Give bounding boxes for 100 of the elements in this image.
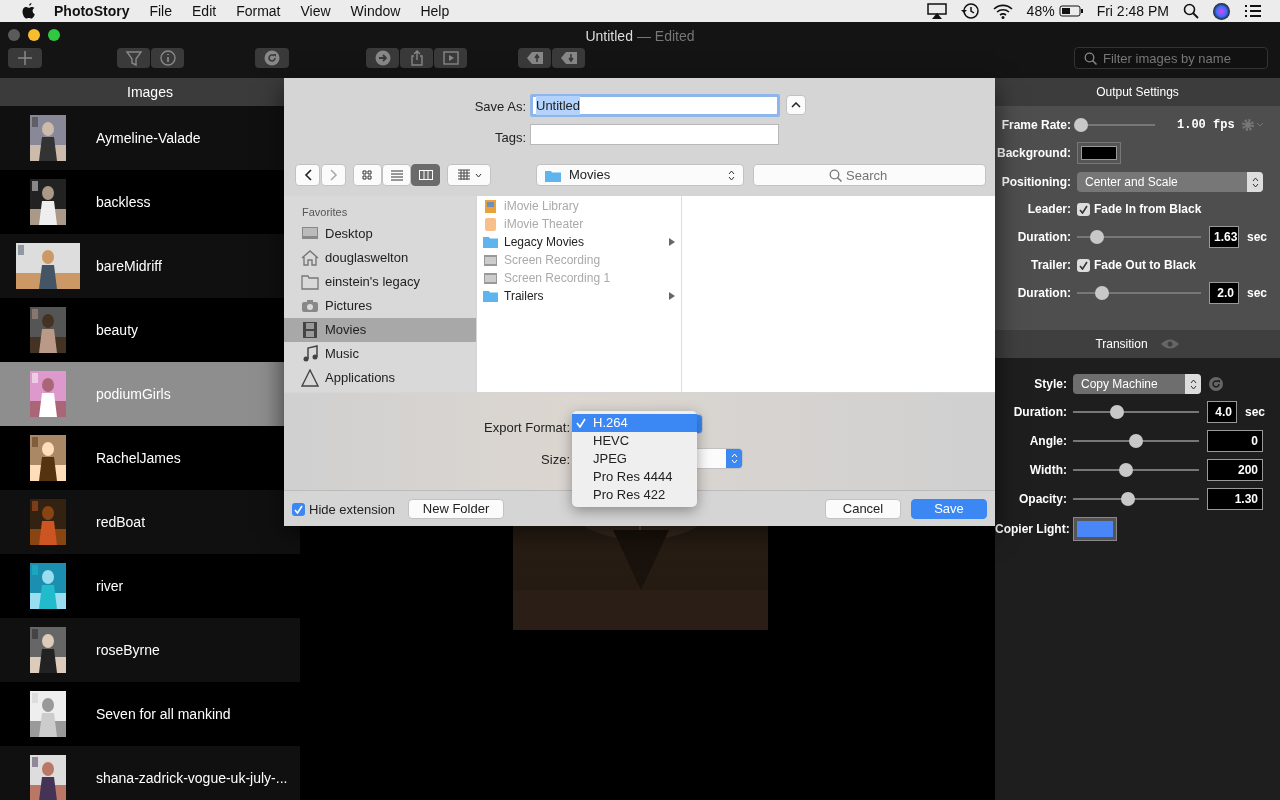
field-label: Duration: — [1016, 229, 1071, 246]
caret-icon — [474, 172, 482, 178]
arrange-button[interactable] — [447, 164, 491, 186]
menu-item[interactable]: Window — [340, 0, 411, 22]
slider-thumb[interactable] — [1129, 434, 1143, 448]
menu-item[interactable]: Pro Res 4444 — [572, 468, 697, 486]
menu-item[interactable]: File — [139, 0, 182, 22]
fps-value: 1.00 fps — [1177, 117, 1235, 134]
style-popup[interactable]: Copy Machine — [1073, 374, 1201, 394]
filter-icon — [124, 49, 143, 67]
search-icon[interactable] — [1183, 3, 1199, 19]
positioning-popup[interactable]: Center and Scale — [1077, 172, 1263, 192]
field-label: Frame Rate: — [1000, 117, 1071, 134]
checkbox[interactable] — [1077, 258, 1090, 272]
image-name: podiumGirls — [96, 384, 171, 404]
image-list-item[interactable]: shana-zadrick-vogue-uk-july-... — [0, 746, 300, 800]
slider-thumb[interactable] — [1110, 405, 1125, 419]
menu-item[interactable]: Format — [226, 0, 291, 22]
image-name: Seven for all mankind — [96, 704, 231, 724]
wifi-icon[interactable] — [992, 3, 1013, 19]
check-icon — [576, 418, 586, 428]
finder-entry[interactable]: Legacy Movies — [477, 233, 681, 251]
toolbar-button[interactable] — [552, 48, 585, 68]
reset-icon[interactable] — [1209, 377, 1223, 391]
image-name: roseByrne — [96, 640, 160, 660]
apple-icon[interactable] — [22, 3, 36, 19]
window-button[interactable] — [48, 29, 60, 41]
value-field[interactable]: 1.30 — [1207, 488, 1263, 510]
new-folder-button[interactable]: New Folder — [408, 499, 504, 519]
toolbar-button[interactable] — [117, 48, 150, 68]
airplay-icon[interactable] — [926, 3, 947, 19]
finder-entry[interactable]: Trailers — [477, 287, 681, 305]
slider-thumb[interactable] — [1089, 230, 1104, 244]
field-label: Duration: — [1012, 404, 1067, 421]
list-icon[interactable] — [1244, 4, 1262, 18]
slider-thumb[interactable] — [1094, 286, 1109, 300]
value-field[interactable]: 4.0 — [1207, 401, 1237, 423]
menu-item[interactable]: JPEG — [572, 450, 697, 468]
location-popup[interactable]: Movies — [536, 164, 744, 186]
info-icon — [158, 49, 177, 67]
recording-icon — [483, 270, 498, 286]
slider-thumb[interactable] — [1073, 118, 1088, 132]
search-field[interactable]: Search — [753, 164, 986, 186]
menu-item[interactable]: Pro Res 422 — [572, 486, 697, 504]
menu-item[interactable]: Help — [410, 0, 460, 22]
menu-item[interactable]: View — [290, 0, 341, 22]
filter-field[interactable]: Filter images by name — [1074, 47, 1268, 69]
list-view-button[interactable] — [382, 164, 411, 186]
battery-percent: 48% — [1026, 1, 1055, 21]
updown-icon — [1251, 176, 1259, 188]
toolbar-button[interactable] — [8, 48, 42, 68]
toolbar-button[interactable] — [434, 48, 467, 68]
folder-icon — [483, 288, 498, 304]
back-button[interactable] — [295, 164, 320, 186]
window-title: Untitled — [585, 27, 633, 46]
value-field[interactable]: 200 — [1207, 459, 1263, 481]
siri-icon[interactable] — [1213, 2, 1230, 20]
sidebar-item[interactable]: Movies — [284, 318, 476, 342]
filename-field[interactable]: Untitled — [530, 94, 780, 117]
toolbar-button[interactable] — [518, 48, 551, 68]
image-name: Aymeline-Valade — [96, 128, 201, 148]
checkbox[interactable] — [292, 503, 305, 517]
field-label: Angle: — [1028, 433, 1067, 450]
image-list-item[interactable]: roseByrne — [0, 618, 300, 682]
window-button[interactable] — [28, 29, 40, 41]
slider-thumb[interactable] — [1118, 463, 1133, 477]
menu-item[interactable]: HEVC — [572, 432, 697, 450]
tags-field[interactable] — [530, 124, 779, 145]
image-name: RachelJames — [96, 448, 181, 468]
value-field[interactable]: 0 — [1207, 430, 1263, 452]
column-view-button[interactable] — [411, 164, 440, 186]
toolbar-button[interactable] — [151, 48, 184, 68]
updown-icon — [1189, 378, 1197, 390]
battery-icon[interactable] — [1058, 5, 1083, 17]
folder-icon — [545, 168, 561, 182]
value-field[interactable]: 2.0 — [1209, 282, 1239, 304]
value-field[interactable]: 1.63 — [1209, 226, 1239, 248]
checkbox-label: Fade In from Black — [1094, 201, 1202, 218]
toolbar-button[interactable] — [400, 48, 433, 68]
field-label: Style: — [1033, 376, 1067, 393]
clock[interactable]: Fri 2:48 PM — [1096, 0, 1169, 22]
music-icon — [301, 345, 319, 363]
slider-thumb[interactable] — [1121, 492, 1136, 506]
history-icon[interactable] — [960, 2, 979, 20]
icon-view-button[interactable] — [353, 164, 382, 186]
arrow-right-icon — [373, 49, 392, 67]
unit-label: sec — [1247, 285, 1268, 302]
image-name: beauty — [96, 320, 139, 340]
folder-icon — [301, 273, 319, 291]
checkbox[interactable] — [1077, 202, 1090, 216]
collapse-button[interactable] — [786, 95, 806, 115]
apps-icon — [301, 369, 319, 387]
grid-icon — [360, 169, 375, 181]
image-list-item[interactable]: redBoat — [0, 490, 300, 554]
tag-up-icon — [525, 49, 544, 67]
app-menu[interactable]: PhotoStory — [44, 0, 140, 22]
menu-item[interactable]: Edit — [182, 0, 227, 22]
cancel-button[interactable]: Cancel — [825, 499, 901, 519]
toolbar-button[interactable] — [366, 48, 399, 68]
toolbar-button[interactable] — [255, 48, 289, 68]
